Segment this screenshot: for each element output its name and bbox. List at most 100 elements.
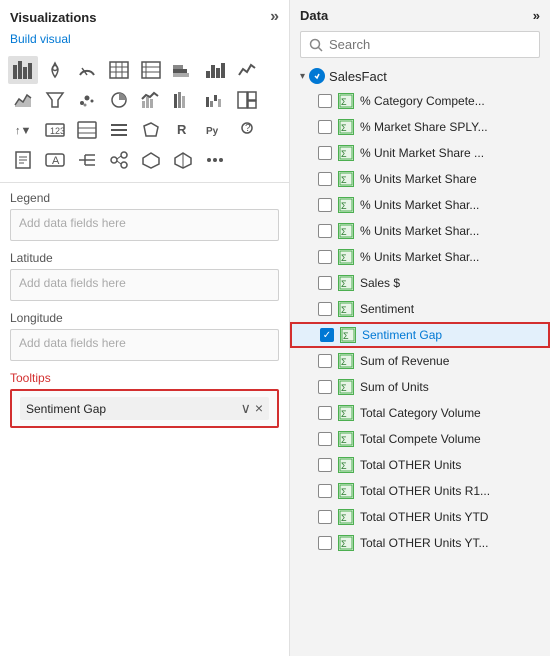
viz-icon-shape-map[interactable] xyxy=(136,116,166,144)
chip-sort-button[interactable]: ∨ xyxy=(241,400,251,417)
svg-text:Σ: Σ xyxy=(341,149,347,159)
field-checkbox[interactable] xyxy=(318,172,332,186)
viz-icon-line[interactable] xyxy=(232,56,262,84)
field-type-icon: Σ xyxy=(338,509,354,525)
viz-icon-scatter[interactable] xyxy=(72,86,102,114)
field-checkbox[interactable] xyxy=(318,276,332,290)
viz-icon-more[interactable] xyxy=(200,146,230,174)
svg-text:Σ: Σ xyxy=(341,279,347,289)
field-checkbox[interactable] xyxy=(318,120,332,134)
field-well-latitude-box[interactable]: Add data fields here xyxy=(10,269,279,301)
svg-text:R: R xyxy=(177,122,187,137)
viz-icon-ribbon[interactable] xyxy=(168,86,198,114)
viz-icon-pie[interactable] xyxy=(104,86,134,114)
svg-text:Σ: Σ xyxy=(341,383,347,393)
data-panel-header: Data » xyxy=(290,0,550,27)
field-checkbox[interactable] xyxy=(318,458,332,472)
field-checkbox[interactable] xyxy=(318,224,332,238)
viz-icon-card[interactable]: 123 xyxy=(40,116,70,144)
field-checkbox[interactable] xyxy=(318,406,332,420)
tree-item[interactable]: Σ% Units Market Shar... xyxy=(290,218,550,244)
viz-icon-key-influencers[interactable] xyxy=(104,146,134,174)
tree-root-salesfact[interactable]: ▾ SalesFact xyxy=(290,64,550,88)
tree-item[interactable]: Σ% Units Market Shar... xyxy=(290,244,550,270)
visualizations-collapse-button[interactable]: » xyxy=(270,8,279,26)
tree-item[interactable]: ΣSales $ xyxy=(290,270,550,296)
viz-icon-custom1[interactable] xyxy=(136,146,166,174)
field-type-icon: Σ xyxy=(338,249,354,265)
tree-item[interactable]: ΣTotal Category Volume xyxy=(290,400,550,426)
field-checkbox[interactable] xyxy=(318,484,332,498)
viz-icon-paginated[interactable] xyxy=(8,146,38,174)
tree-item[interactable]: Σ % Units Market Shar... xyxy=(290,192,550,218)
tree-item[interactable]: Σ Total Compete Volume xyxy=(290,426,550,452)
viz-icon-waterfall[interactable] xyxy=(200,86,230,114)
tree-item[interactable]: ΣSentiment xyxy=(290,296,550,322)
tree-item[interactable]: ΣTotal OTHER Units R1... xyxy=(290,478,550,504)
viz-icon-r-visual[interactable]: R xyxy=(168,116,198,144)
field-checkbox[interactable] xyxy=(318,198,332,212)
viz-icon-matrix[interactable] xyxy=(136,56,166,84)
viz-icon-combo[interactable] xyxy=(136,86,166,114)
field-type-icon: Σ xyxy=(338,119,354,135)
viz-icon-slicer[interactable] xyxy=(104,116,134,144)
visualizations-panel: Visualizations » Build visual xyxy=(0,0,290,656)
field-checkbox[interactable] xyxy=(318,510,332,524)
field-type-icon: Σ xyxy=(338,275,354,291)
search-box[interactable] xyxy=(300,31,540,58)
field-checkbox[interactable] xyxy=(318,432,332,446)
chip-remove-button[interactable]: × xyxy=(255,400,263,417)
viz-icon-funnel[interactable] xyxy=(40,86,70,114)
viz-icon-gauge[interactable] xyxy=(72,56,102,84)
tree-item[interactable]: Σ% Category Compete... xyxy=(290,88,550,114)
field-checkbox[interactable] xyxy=(318,94,332,108)
field-checkbox[interactable] xyxy=(318,250,332,264)
data-tree: ▾ SalesFact Σ% Category Compete...Σ% Mar… xyxy=(290,64,550,656)
field-label: % Units Market Shar... xyxy=(360,198,479,212)
viz-icon-qna[interactable]: ? xyxy=(232,116,262,144)
viz-icon-map[interactable] xyxy=(40,56,70,84)
viz-icon-stacked-bar[interactable] xyxy=(168,56,198,84)
viz-icon-treemap[interactable] xyxy=(232,86,262,114)
viz-icon-area[interactable] xyxy=(8,86,38,114)
tree-item[interactable]: ΣSentiment Gap xyxy=(290,322,550,348)
data-panel-collapse-button[interactable]: » xyxy=(533,8,540,23)
tree-item[interactable]: ΣTotal OTHER Units xyxy=(290,452,550,478)
svg-text:Σ: Σ xyxy=(341,461,347,471)
field-well-legend: Legend Add data fields here xyxy=(10,191,279,241)
search-icon xyxy=(309,38,323,52)
field-checkbox[interactable] xyxy=(320,328,334,342)
field-well-legend-box[interactable]: Add data fields here xyxy=(10,209,279,241)
viz-icon-decomp-tree[interactable] xyxy=(72,146,102,174)
tree-item[interactable]: ΣSum of Units xyxy=(290,374,550,400)
tree-item[interactable]: Σ% Unit Market Share ... xyxy=(290,140,550,166)
svg-text:Σ: Σ xyxy=(341,435,347,445)
viz-icon-smart-narrative[interactable]: A xyxy=(40,146,70,174)
field-well-longitude-box[interactable]: Add data fields here xyxy=(10,329,279,361)
field-checkbox[interactable] xyxy=(318,380,332,394)
field-type-icon: Σ xyxy=(338,431,354,447)
tree-item[interactable]: ΣSum of Revenue xyxy=(290,348,550,374)
viz-icon-kpi[interactable]: ↑▼ xyxy=(8,116,38,144)
tree-item[interactable]: Σ% Units Market Share xyxy=(290,166,550,192)
field-checkbox[interactable] xyxy=(318,302,332,316)
field-checkbox[interactable] xyxy=(318,354,332,368)
viz-icon-table[interactable] xyxy=(104,56,134,84)
field-checkbox[interactable] xyxy=(318,536,332,550)
viz-icon-custom2[interactable] xyxy=(168,146,198,174)
field-label: Total Compete Volume xyxy=(360,432,481,446)
tree-item[interactable]: ΣTotal OTHER Units YT... xyxy=(290,530,550,556)
field-checkbox[interactable] xyxy=(318,146,332,160)
viz-icon-python[interactable]: Py xyxy=(200,116,230,144)
field-type-icon: Σ xyxy=(338,171,354,187)
tree-item[interactable]: Σ% Market Share SPLY... xyxy=(290,114,550,140)
field-well-longitude-placeholder: Add data fields here xyxy=(19,336,126,350)
svg-text:Σ: Σ xyxy=(341,253,347,263)
tree-item[interactable]: ΣTotal OTHER Units YTD xyxy=(290,504,550,530)
viz-icon-column[interactable] xyxy=(200,56,230,84)
field-well-tooltips-box[interactable]: Sentiment Gap ∨ × xyxy=(10,389,279,428)
field-type-icon: Σ xyxy=(338,197,354,213)
viz-icon-multirow-card[interactable] xyxy=(72,116,102,144)
viz-icon-bar-chart[interactable] xyxy=(8,56,38,84)
search-input[interactable] xyxy=(329,37,531,52)
